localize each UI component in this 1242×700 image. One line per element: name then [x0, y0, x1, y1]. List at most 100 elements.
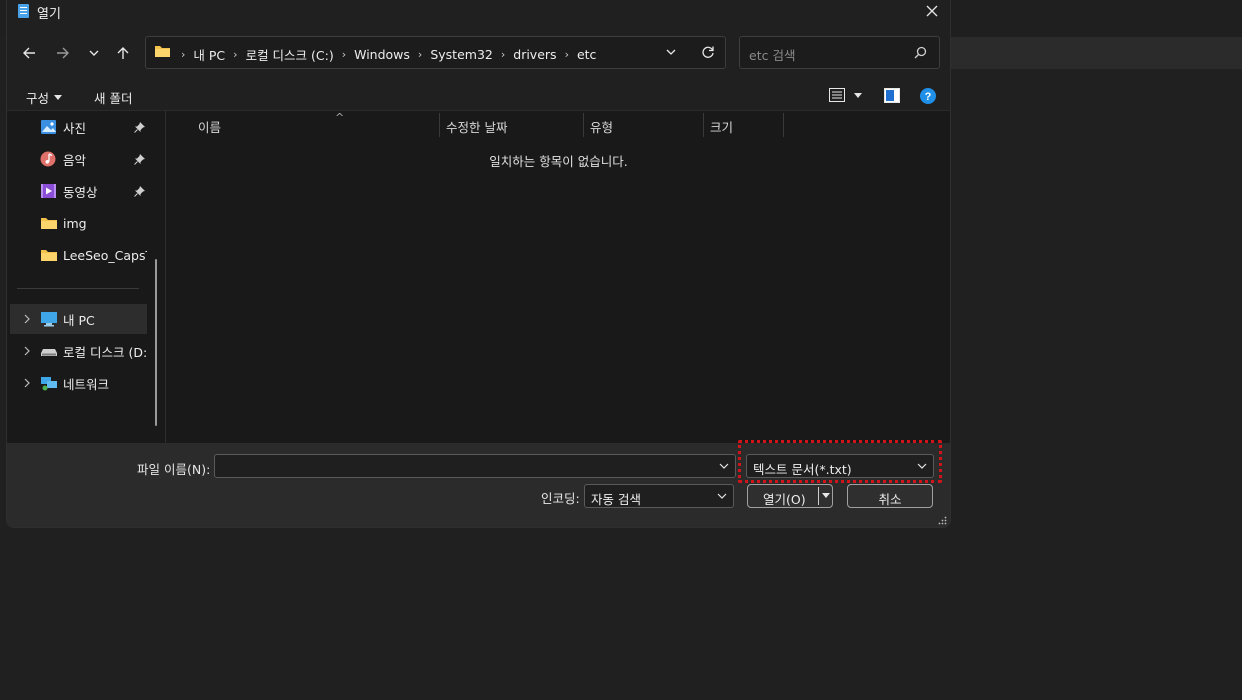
network-icon: [41, 377, 57, 391]
caret-down-icon[interactable]: [822, 493, 830, 498]
search-icon: [914, 46, 927, 59]
cancel-button[interactable]: 취소: [847, 484, 933, 508]
filename-label: 파일 이름(N):: [137, 462, 211, 477]
arrow-up-icon: [117, 47, 129, 59]
encoding-label: 인코딩:: [541, 491, 580, 506]
navigation-bar: › 내 PC › 로컬 디스크 (C:) › Windows › System3…: [7, 24, 950, 81]
sidebar-item-label: img: [63, 215, 87, 231]
address-history-chevron-icon[interactable]: [665, 46, 677, 58]
breadcrumb-separator-icon: ›: [500, 48, 506, 61]
refresh-icon[interactable]: [701, 45, 715, 59]
new-folder-button[interactable]: 새 폴더: [94, 88, 132, 107]
details-view-icon: [829, 88, 845, 102]
breadcrumb-separator-icon: ›: [564, 48, 569, 61]
column-header-name[interactable]: ^ 이름: [192, 111, 440, 137]
folder-icon: [155, 46, 170, 57]
search-placeholder: etc 검색: [749, 48, 796, 63]
column-header-size[interactable]: 크기: [704, 113, 784, 137]
chevron-right-icon[interactable]: [23, 346, 31, 356]
breadcrumb: › 내 PC › 로컬 디스크 (C:) › Windows › System3…: [176, 45, 599, 64]
pin-icon: [134, 153, 145, 165]
sidebar-scrollbar[interactable]: [155, 259, 157, 426]
caret-down-icon: [54, 95, 63, 100]
open-button-label: 열기(O): [763, 492, 806, 507]
help-icon: ?: [920, 88, 936, 104]
pictures-icon: [41, 120, 56, 134]
resize-grip-icon[interactable]: [938, 516, 947, 525]
breadcrumb-separator-icon: ›: [417, 48, 423, 61]
breadcrumb-system32[interactable]: System32: [427, 47, 496, 62]
preview-pane-button[interactable]: [884, 88, 900, 106]
chevron-down-icon: [717, 493, 727, 499]
file-list: ^ 이름 수정한 날짜 유형 크기 일치하는 항목이 없습니다.: [166, 111, 950, 443]
sidebar-item-label: 로컬 디스크 (D:: [63, 344, 147, 360]
sidebar-item-label: 내 PC: [63, 312, 95, 328]
open-button[interactable]: 열기(O): [747, 484, 833, 508]
sidebar-item-label: 동영상: [63, 184, 98, 200]
sort-ascending-icon: ^: [335, 111, 345, 124]
folder-icon: [41, 218, 57, 229]
split-divider: [818, 487, 819, 505]
breadcrumb-drivers[interactable]: drivers: [510, 47, 559, 62]
drive-icon: [41, 349, 57, 356]
help-button[interactable]: ?: [920, 88, 936, 107]
navigation-pane: 사진 음악 동영상 img LeeSeo_CapsTra 내 PC: [7, 111, 164, 443]
sidebar-item-pictures[interactable]: 사진: [10, 112, 147, 142]
close-button[interactable]: [920, 0, 944, 22]
breadcrumb-separator-icon: ›: [341, 48, 347, 61]
notepad-icon: [18, 4, 29, 18]
chevron-right-icon[interactable]: [23, 378, 31, 388]
sidebar-item-music[interactable]: 음악: [10, 144, 147, 174]
music-icon: [40, 151, 56, 167]
breadcrumb-separator-icon: ›: [181, 48, 186, 61]
up-button[interactable]: [110, 40, 136, 66]
encoding-value: 자동 검색: [591, 492, 641, 507]
sidebar-item-img[interactable]: img: [10, 208, 147, 238]
back-button[interactable]: [16, 40, 42, 66]
breadcrumb-etc[interactable]: etc: [574, 47, 599, 62]
encoding-select[interactable]: 자동 검색: [584, 484, 734, 508]
pc-icon: [41, 312, 57, 327]
empty-folder-message: 일치하는 항목이 없습니다.: [489, 154, 628, 169]
preview-pane-icon: [884, 88, 900, 103]
svg-text:?: ?: [925, 91, 932, 103]
chevron-down-icon[interactable]: [718, 460, 730, 472]
column-header-date-modified[interactable]: 수정한 날짜: [440, 113, 584, 137]
sidebar-item-label: LeeSeo_CapsTra: [63, 247, 147, 263]
organize-label: 구성: [26, 91, 50, 106]
close-icon: [926, 5, 938, 17]
chevron-down-icon: [89, 50, 99, 56]
breadcrumb-pc[interactable]: 내 PC: [190, 45, 228, 64]
sidebar-item-leeseo-capstra[interactable]: LeeSeo_CapsTra: [10, 240, 147, 270]
search-input[interactable]: etc 검색: [739, 36, 940, 69]
window-title: 열기: [37, 7, 61, 22]
breadcrumb-separator-icon: ›: [233, 48, 238, 61]
title-bar: 열기: [7, 0, 950, 24]
pin-icon: [134, 121, 145, 133]
filename-input[interactable]: [214, 454, 736, 478]
sidebar-item-label: 사진: [63, 120, 87, 136]
caret-down-icon: [854, 92, 862, 98]
column-header-type[interactable]: 유형: [584, 113, 704, 137]
background-window-strip: [951, 37, 1242, 69]
sidebar-item-network[interactable]: 네트워크: [10, 368, 147, 398]
arrow-left-icon: [23, 47, 35, 59]
pin-icon: [134, 185, 145, 197]
address-bar[interactable]: › 내 PC › 로컬 디스크 (C:) › Windows › System3…: [145, 36, 726, 69]
sidebar-item-videos[interactable]: 동영상: [10, 176, 147, 206]
filetype-highlight-box: [738, 440, 942, 483]
arrow-right-icon: [57, 47, 69, 59]
sidebar-item-label: 네트워크: [63, 376, 110, 392]
breadcrumb-windows[interactable]: Windows: [351, 47, 413, 62]
chevron-right-icon[interactable]: [23, 314, 31, 324]
command-toolbar: 구성 새 폴더 ?: [7, 81, 950, 111]
view-options-button[interactable]: [829, 88, 862, 102]
videos-icon: [41, 184, 56, 198]
folder-icon: [41, 250, 57, 261]
recent-locations-button[interactable]: [81, 40, 107, 66]
breadcrumb-local-disk-c[interactable]: 로컬 디스크 (C:): [243, 45, 337, 64]
sidebar-item-local-disk-d[interactable]: 로컬 디스크 (D:: [10, 336, 147, 366]
organize-button[interactable]: 구성: [26, 88, 63, 107]
forward-button[interactable]: [50, 40, 76, 66]
sidebar-item-this-pc[interactable]: 내 PC: [10, 304, 147, 334]
